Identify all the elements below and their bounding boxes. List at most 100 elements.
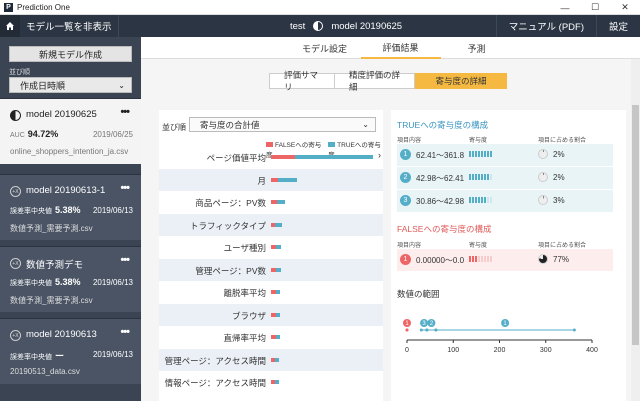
main-area: モデル設定 評価結果 予測 評価サマリ 精度評価の詳細 寄与度の詳細 並び順 寄… [141,37,640,401]
model-card-name: model 20190613 [26,329,97,340]
share-percent: 2% [553,173,565,182]
feature-name: 情報ページ：アクセス時間 [164,378,266,388]
subtab-contribution-details[interactable]: 寄与度の詳細 [415,73,507,89]
false-contribution-bar [271,177,278,182]
feature-row[interactable]: トラフィックタイプ [159,213,383,236]
level-segment [478,256,480,262]
app-title: Prediction One [17,2,70,12]
home-button[interactable] [0,15,20,37]
model-card[interactable]: +X 数値予測デモ ••• 誤差率中央値 5.38% 2019/06/13 数値予… [0,246,141,312]
feature-name: ページ価値平均 [206,153,266,163]
manual-pdf-link[interactable]: マニュアル (PDF) [495,15,596,37]
share-percent: 77% [553,255,570,264]
model-card[interactable]: +X model 20190613-1 ••• 誤差率中央値 5.38% 2019… [0,174,141,240]
close-button[interactable]: ✕ [610,0,640,15]
more-options-icon[interactable]: ••• [120,106,130,118]
share-pie-icon [538,195,548,205]
true-contribution-title: TRUEへの寄与度の構成 [397,120,489,130]
level-segment [472,197,474,203]
feature-row[interactable]: 直帰率平均 [159,326,383,348]
rank-badge: 1 [400,149,411,160]
model-card-metric: 誤差率中央値 5.38% [10,205,81,215]
subtab-evaluation-summary[interactable]: 評価サマリ [269,70,335,92]
more-options-icon[interactable]: ••• [120,326,130,338]
contribution-bar [271,222,283,227]
feature-row[interactable]: 月 [159,168,383,191]
share-percent: 3% [553,196,565,205]
level-segment [484,174,486,180]
feature-row[interactable]: 管理ページ：PV数 [159,258,383,281]
axis-tick-label: 200 [494,347,506,354]
axis-tick-label: 400 [586,347,598,354]
true-contribution-bar [276,200,286,204]
minimize-button[interactable]: — [550,0,580,15]
level-segment [475,256,477,262]
sidebar-sort-select[interactable]: 作成日時順 ⌄ [9,77,132,93]
scrollbar-thumb[interactable] [632,105,639,345]
level-segment [481,151,483,157]
true-contribution-bar [295,155,373,159]
tab-prediction[interactable]: 予測 [441,37,513,59]
feature-row[interactable]: 商品ページ：PV数 [159,191,383,213]
numeric-range-axis: 0 100 200 300 4001 3 2 1 [403,319,598,354]
feature-name: 管理ページ：アクセス時間 [164,355,266,366]
toggle-model-list-button[interactable]: モデル一覧を非表示 [20,15,119,37]
feature-sort-value: 寄与度の合計値 [200,119,260,130]
chevron-right-icon[interactable]: › [378,150,381,160]
feature-name: トラフィックタイプ [190,220,266,231]
contribution-bar [271,380,280,384]
level-segment [469,174,471,180]
level-segment [478,197,480,203]
contribution-row: 2 42.98〜62.41 2% [397,167,613,189]
rank-badge: 3 [400,195,411,206]
model-card[interactable]: +X model 20190613 ••• 誤差率中央値ー 2019/06/13… [0,318,141,384]
more-options-icon[interactable]: ••• [120,182,130,194]
feature-row[interactable]: ユーザ種別 [159,236,383,258]
settings-link[interactable]: 設定 [595,15,640,37]
level-segment [481,174,483,180]
contribution-level-bars [469,151,492,157]
value-range: 0.00000〜0.0 [416,256,465,265]
numeric-model-icon: +X [10,330,21,341]
level-segment [469,151,471,157]
feature-name: 管理ページ：PV数 [195,265,266,276]
numeric-model-icon: +X [10,258,21,269]
level-segment [490,256,492,262]
subtab-accuracy-details[interactable]: 精度評価の詳細 [335,70,415,92]
more-options-icon[interactable]: ••• [120,254,130,266]
feature-contribution-panel: 並び順 寄与度の合計値 ⌄ FALSEへの寄与度 TRUEへの寄与度 ページ価値… [159,110,383,401]
model-card[interactable]: model 20190625 ••• AUC 94.72% 2019/06/25 … [0,98,141,164]
tab-evaluation-results[interactable]: 評価結果 [360,37,441,59]
level-segment [490,197,492,203]
contribution-bar [271,312,281,317]
maximize-button[interactable]: ☐ [580,0,610,15]
feature-name: 直帰率平均 [223,333,266,343]
new-model-button[interactable]: 新規モデル作成 [9,46,132,62]
model-card-name: model 20190613-1 [26,185,106,196]
model-card-date: 2019/06/13 [92,206,133,215]
scrollbar[interactable] [631,59,640,401]
feature-row[interactable]: 管理ページ：アクセス時間 [159,348,383,371]
share-pie-icon [538,149,548,159]
level-segment [475,151,477,157]
feature-row[interactable]: 離脱率平均 [159,281,383,303]
contribution-bar [271,290,281,294]
range-endpoint [434,328,438,332]
feature-sort-select[interactable]: 寄与度の合計値 ⌄ [189,117,376,132]
model-card-date: 2019/06/13 [92,278,133,287]
feature-row[interactable]: 情報ページ：アクセス時間 [159,371,383,393]
binary-classification-icon [10,110,21,121]
col-header-contrib: 寄与度 [469,243,488,249]
feature-sort-label: 並び順 [162,123,186,132]
model-card-name: 数値予測デモ [26,260,84,271]
level-segment [487,151,489,157]
feature-row[interactable]: ブラウザ [159,303,383,326]
feature-row[interactable]: ページ価値平均 › [159,146,383,168]
evaluation-subtabs: 評価サマリ 精度評価の詳細 寄与度の詳細 [269,70,507,92]
window-titlebar: P Prediction One — ☐ ✕ [0,0,640,15]
contribution-level-bars [469,174,492,180]
contribution-level-bars [469,197,492,203]
feature-name: ユーザ種別 [223,243,266,253]
tab-model-settings[interactable]: モデル設定 [289,37,361,59]
true-contribution-bar [277,177,298,182]
